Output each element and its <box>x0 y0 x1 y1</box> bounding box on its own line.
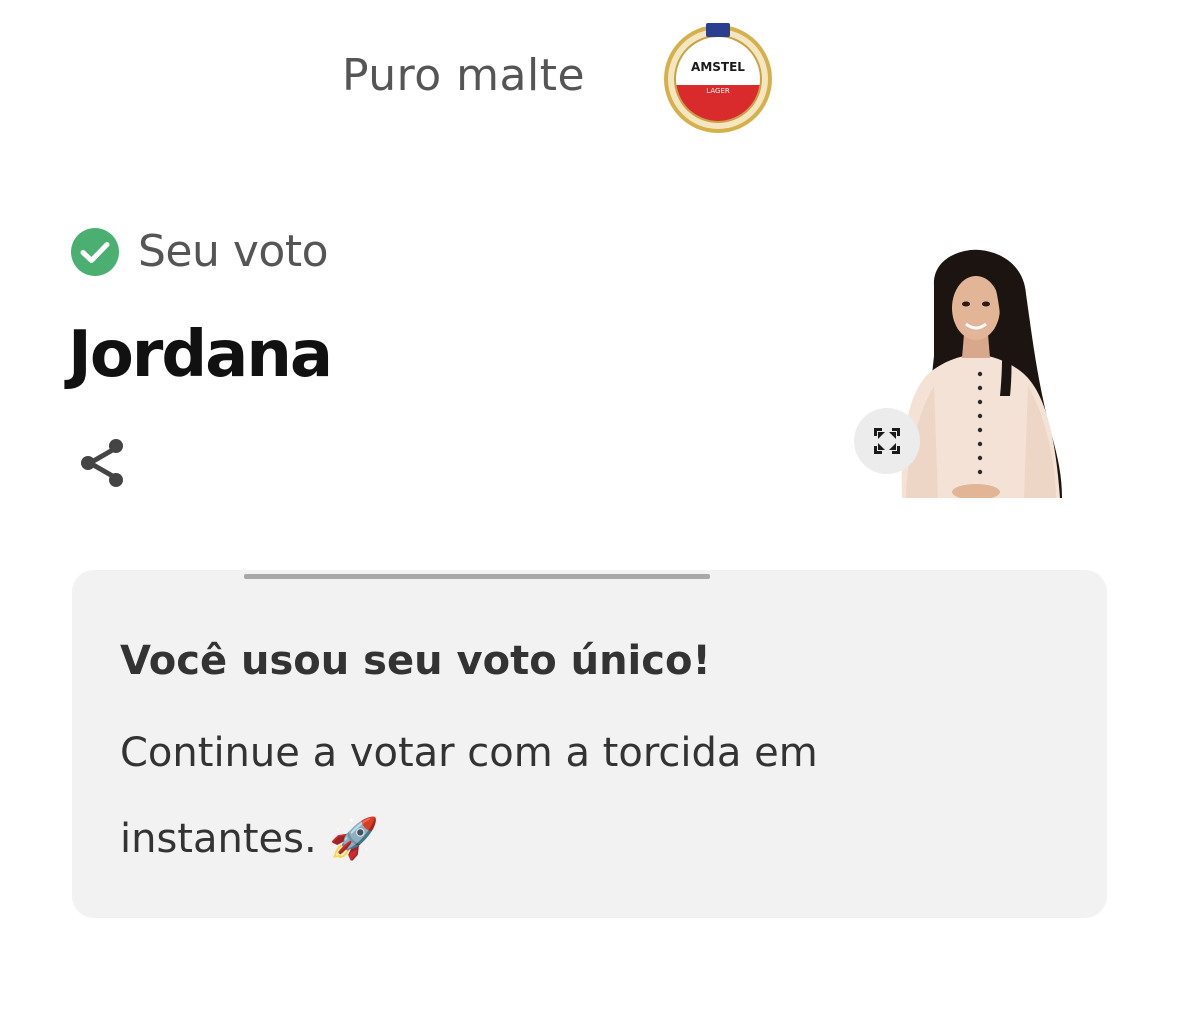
check-circle-icon <box>70 227 120 277</box>
info-card: Você usou seu voto único! Continue a vot… <box>72 570 1107 918</box>
expand-icon <box>874 428 900 454</box>
logo-wordmark: AMSTEL <box>691 60 745 74</box>
share-icon <box>81 439 123 487</box>
amstel-logo: AMSTEL LAGER <box>662 19 774 135</box>
candidate-name: Jordana <box>68 318 333 392</box>
sponsor-text: Puro malte <box>342 50 586 101</box>
logo-subtext: LAGER <box>706 87 730 95</box>
share-button[interactable] <box>74 434 132 492</box>
vote-status-label: Seu voto <box>138 226 329 277</box>
card-body: Continue a votar com a torcida em instan… <box>120 730 818 862</box>
card-title: Você usou seu voto único! <box>120 638 711 684</box>
expand-photo-button[interactable] <box>854 408 920 474</box>
vote-status: Seu voto <box>70 226 329 277</box>
progress-bar <box>244 574 710 579</box>
